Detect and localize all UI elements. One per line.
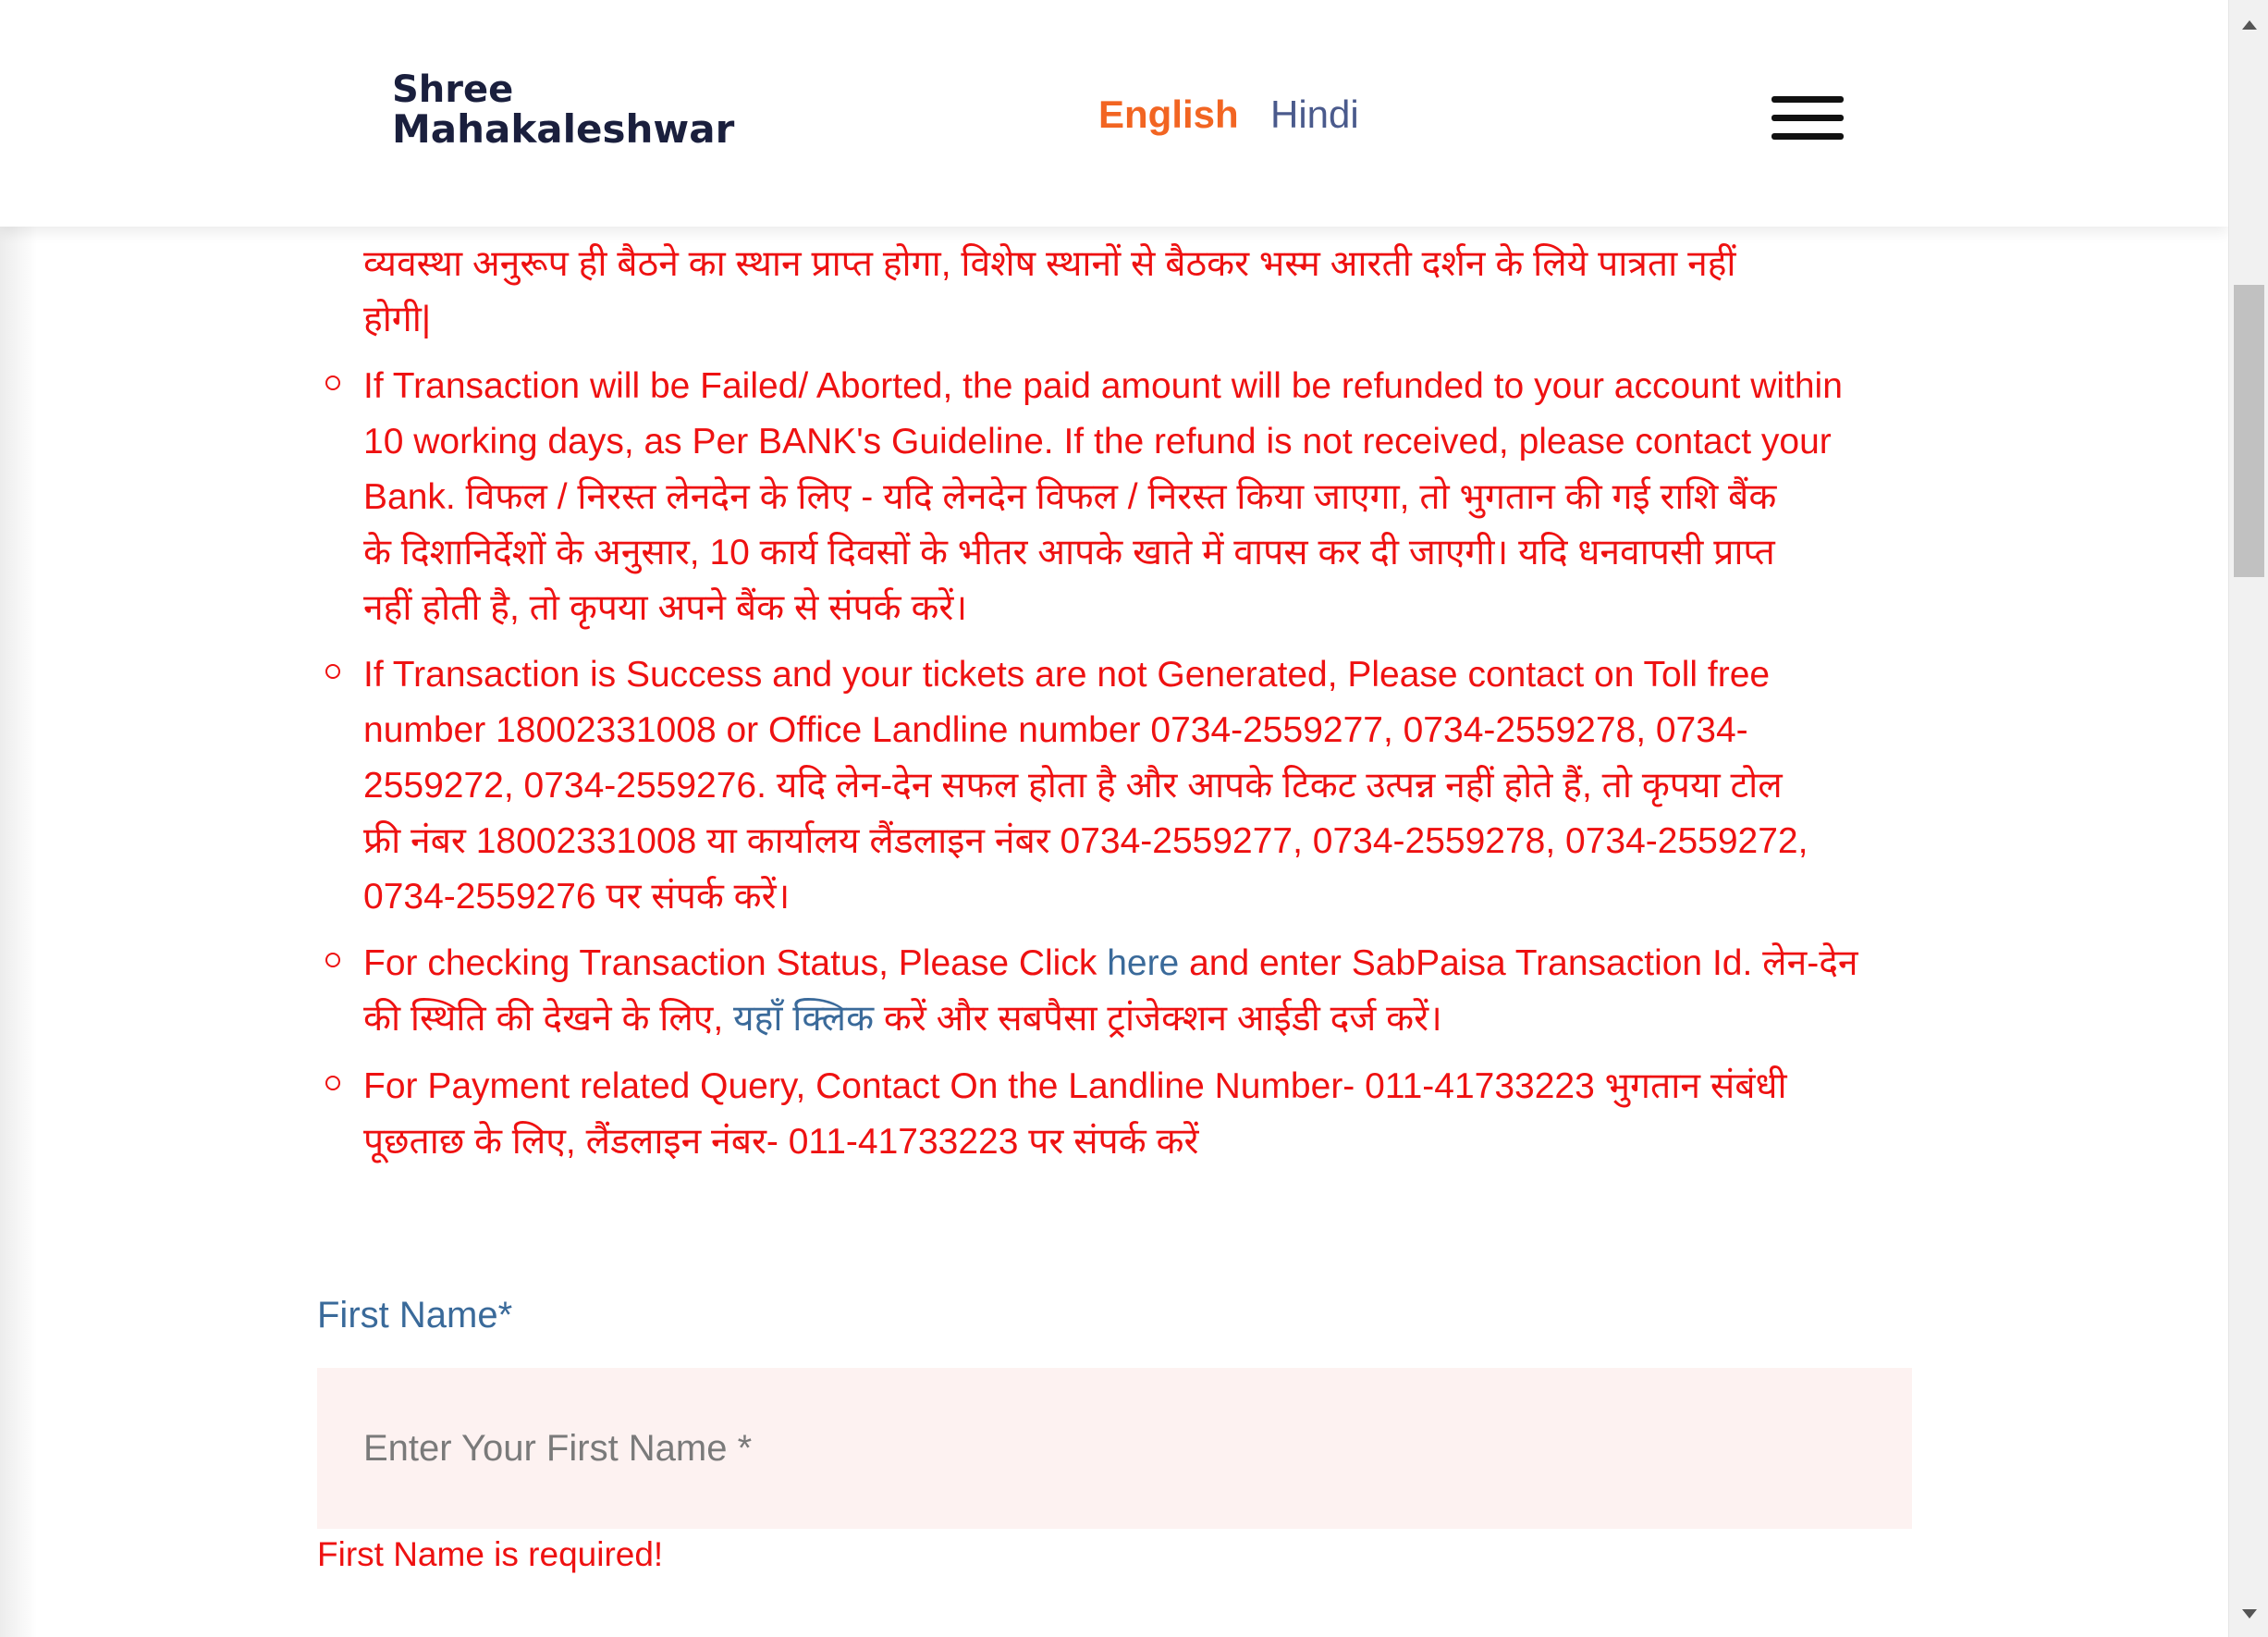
text-line: Bank. विफल / निरस्त लेनदेन के लिए - यदि … [363, 477, 1777, 517]
first-name-input[interactable] [317, 1368, 1912, 1529]
text-line: For checking Transaction Status, Please … [363, 936, 1898, 991]
circle-bullet-icon [325, 375, 340, 390]
text-line: 0734-2559276 पर संपर्क करें। [363, 877, 791, 917]
site-header: Shree Mahakaleshwar English Hindi [0, 0, 2228, 227]
scrollbar-thumb[interactable] [2234, 285, 2264, 577]
list-item-text: If Transaction will be Failed/ Aborted, … [363, 359, 1898, 636]
list-item-text: व्यवस्था अनुरूप ही बैठने का स्थान प्राप्… [363, 237, 1898, 348]
text-line: के दिशानिर्देशों के अनुसार, 10 कार्य दिव… [363, 533, 1775, 572]
transaction-status-link-en[interactable]: here [1107, 943, 1179, 983]
text-line: If Transaction is Success and your ticke… [363, 655, 1771, 695]
first-name-error: First Name is required! [317, 1535, 664, 1573]
text-segment: करें और सबपैसा ट्रांजेक्शन आईडी दर्ज करे… [874, 999, 1442, 1039]
circle-bullet-icon [325, 1076, 340, 1090]
transaction-status-link-hi[interactable]: यहाँ क्लिक [733, 999, 874, 1039]
text-line: फ्री नंबर 18002331008 या कार्यालय लैंडला… [363, 821, 1808, 861]
text-line: नहीं होती है, तो कृपया अपने बैंक से संपर… [363, 588, 968, 628]
list-item-text: For checking Transaction Status, Please … [363, 936, 1898, 1047]
hamburger-menu-icon[interactable] [1771, 92, 1844, 144]
first-name-label: First Name* [317, 1295, 513, 1335]
text-line: की स्थिति की देखने के लिए, यहाँ क्लिक कर… [363, 991, 1898, 1047]
page: … व्यवस्था अनुरूप ही बैठने का स्थान प्रा… [0, 0, 2268, 1637]
menu-bar [1771, 96, 1844, 103]
list-item-text: For Payment related Query, Contact On th… [363, 1059, 1898, 1170]
list-item-text: If Transaction is Success and your ticke… [363, 647, 1898, 925]
text-line: व्यवस्था अनुरूप ही बैठने का स्थान प्राप्… [363, 244, 1736, 284]
text-line: पूछताछ के लिए, लैंडलाइन नंबर- 011-417332… [363, 1122, 1199, 1162]
circle-bullet-icon [325, 664, 340, 679]
language-english-link[interactable]: English [1098, 92, 1239, 137]
scroll-down-arrow-icon[interactable] [2242, 1609, 2257, 1619]
circle-bullet-icon [325, 953, 340, 967]
text-line: 10 working days, as Per BANK's Guideline… [363, 422, 1832, 462]
left-edge-shadow [0, 0, 37, 1637]
text-line: For Payment related Query, Contact On th… [363, 1066, 1787, 1106]
text-segment: की स्थिति की देखने के लिए, [363, 999, 734, 1039]
scroll-up-arrow-icon[interactable] [2242, 20, 2257, 30]
language-hindi-link[interactable]: Hindi [1270, 92, 1359, 137]
logo-line-1: Shree [392, 68, 514, 111]
text-segment: For checking Transaction Status, Please … [363, 943, 1108, 983]
text-line: होगी| [363, 300, 431, 339]
text-line: number 18002331008 or Office Landline nu… [363, 710, 1748, 750]
vertical-scrollbar[interactable] [2228, 0, 2268, 1637]
menu-bar [1771, 115, 1844, 121]
site-logo[interactable]: Shree Mahakaleshwar [392, 70, 734, 150]
text-segment: and enter SabPaisa Transaction Id. लेन-द… [1179, 943, 1858, 983]
menu-bar [1771, 133, 1844, 140]
text-line: If Transaction will be Failed/ Aborted, … [363, 366, 1843, 406]
logo-line-2: Mahakaleshwar [392, 106, 735, 152]
text-line: 2559272, 0734-2559276. यदि लेन-देन सफल ह… [363, 766, 1783, 806]
